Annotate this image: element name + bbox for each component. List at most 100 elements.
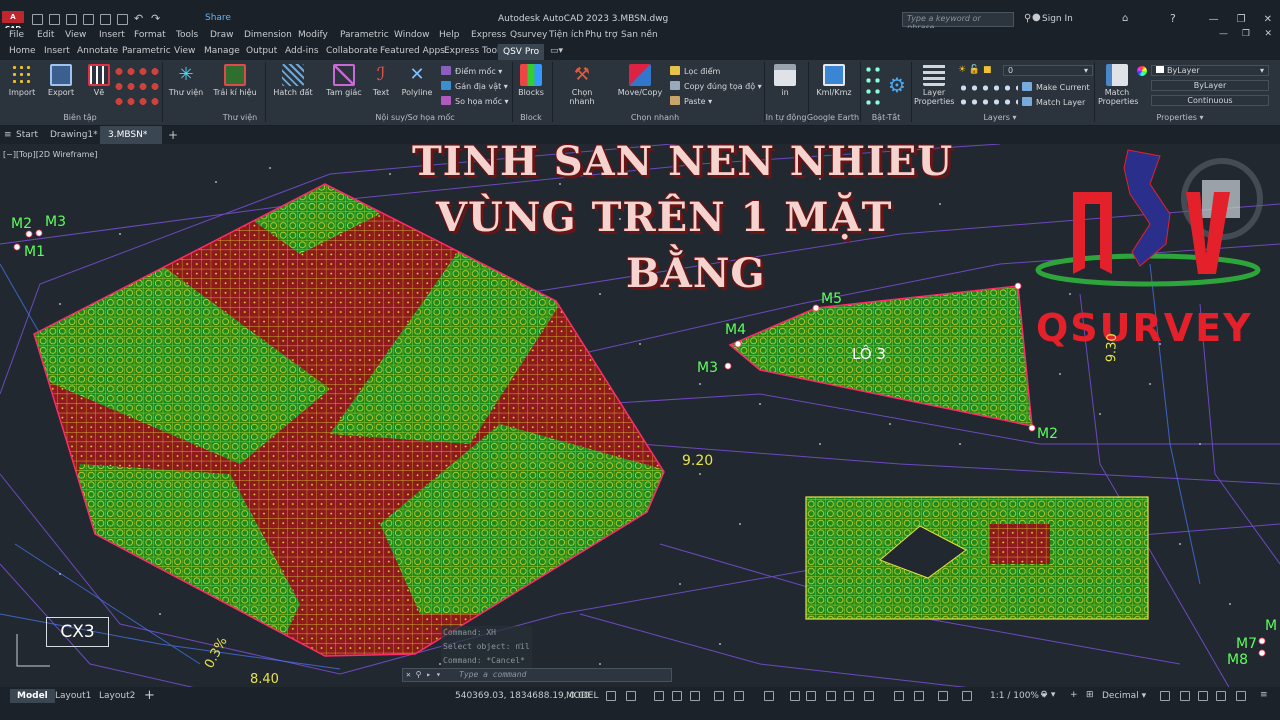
menu-san-nen[interactable]: San nền [621, 30, 658, 40]
tab-manage[interactable]: Manage [204, 46, 240, 56]
isolate-objects-icon[interactable] [1198, 691, 1208, 701]
snap-icon[interactable] [626, 691, 636, 701]
graphics-performance-icon[interactable] [1216, 691, 1226, 701]
polyline-button[interactable]: ✕ Polyline [400, 64, 434, 97]
save-icon[interactable] [66, 13, 77, 25]
app-menu-button[interactable]: A CAD [2, 11, 24, 33]
tab-add-ins[interactable]: Add-ins [285, 46, 319, 56]
plot-icon[interactable] [117, 13, 128, 25]
tab-parametric[interactable]: Parametric [122, 46, 171, 56]
annotation-visibility-icon[interactable] [914, 691, 924, 701]
menu-file[interactable]: File [9, 30, 24, 40]
gizmo-icon[interactable] [894, 691, 904, 701]
isodraft-icon[interactable] [690, 691, 700, 701]
layout-tab-layout2[interactable]: Layout2 [92, 689, 142, 703]
menu-insert[interactable]: Insert [99, 30, 125, 40]
move-copy-button[interactable]: Move/Copy [617, 64, 663, 97]
cart-icon[interactable]: ⌂ [1122, 13, 1128, 24]
gan-dia-vat-button[interactable]: Gán địa vật ▾ [441, 81, 508, 91]
import-button[interactable]: Import [8, 64, 36, 97]
copy-dung-toa-do-button[interactable]: Copy đúng tọa độ ▾ [670, 81, 762, 91]
binoculars-icon[interactable]: ⚲ [1024, 13, 1031, 24]
menu-window[interactable]: Window [394, 30, 430, 40]
tab-output[interactable]: Output [246, 46, 277, 56]
layer-tools-icons[interactable] [958, 81, 1018, 109]
workspace-gear-icon[interactable]: ⚙ ▾ [1040, 690, 1055, 700]
menu-modify[interactable]: Modify [298, 30, 328, 40]
trai-ki-hieu-button[interactable]: Trải kí hiệu [213, 64, 257, 97]
annotation-monitor-icon[interactable]: + [1070, 690, 1078, 700]
tab-home[interactable]: Home [9, 46, 36, 56]
selection-filter-icon[interactable] [864, 691, 874, 701]
selection-cycling-icon[interactable] [806, 691, 816, 701]
hatch-dat-button[interactable]: Hatch đất [273, 64, 313, 97]
help-search-input[interactable]: Type a keyword or phrase [902, 12, 1014, 32]
toggle-icons[interactable] [864, 64, 882, 108]
tab-express-tools[interactable]: Express Tools [444, 46, 504, 56]
match-properties-button[interactable]: Match Properties [1098, 64, 1138, 106]
grid-icon[interactable] [606, 691, 616, 701]
transparency-icon[interactable] [790, 691, 800, 701]
menu-draw[interactable]: Draw [210, 30, 234, 40]
tab-collaborate[interactable]: Collaborate [326, 46, 378, 56]
diem-moc-button[interactable]: Điểm mốc ▾ [441, 66, 502, 76]
paste-button[interactable]: Paste ▾ [670, 96, 712, 106]
layout-tab-layout1[interactable]: Layout1 [48, 689, 98, 703]
so-hoa-moc-button[interactable]: So họa mốc ▾ [441, 96, 509, 106]
model-space-button[interactable]: MODEL [566, 691, 598, 701]
doc-tab-drawing1[interactable]: Drawing1* [42, 126, 106, 144]
tab-featured-apps[interactable]: Featured Apps [380, 46, 445, 56]
polar-icon[interactable] [672, 691, 682, 701]
units-dropdown[interactable]: Decimal ▾ [1102, 691, 1146, 701]
new-icon[interactable] [32, 13, 43, 25]
web-open-icon[interactable] [100, 13, 111, 25]
menu-edit[interactable]: Edit [37, 30, 54, 40]
print-button[interactable]: in [772, 64, 798, 97]
lock-ui-icon[interactable] [1180, 691, 1190, 701]
close-icon[interactable]: ✕ [1264, 14, 1272, 25]
menu-format[interactable]: Format [134, 30, 166, 40]
ve-button[interactable]: Vẽ [86, 64, 112, 97]
doc-tab-start[interactable]: Start [8, 126, 46, 144]
save-as-icon[interactable] [83, 13, 94, 25]
thu-vien-button[interactable]: ✳ Thư viện [168, 64, 204, 97]
share-button[interactable]: Share [205, 13, 231, 23]
make-current-button[interactable]: Make Current [1022, 82, 1090, 92]
text-button[interactable]: ℐ Text [368, 64, 394, 97]
tab-view[interactable]: View [174, 46, 195, 56]
lineweight-dropdown[interactable]: ByLayer [1151, 80, 1269, 91]
loc-diem-button[interactable]: Lọc điểm [670, 66, 720, 76]
osnap-icon[interactable] [714, 691, 724, 701]
blocks-button[interactable]: Blocks [516, 64, 546, 97]
menu-parametric[interactable]: Parametric [340, 30, 389, 40]
minimize-icon[interactable]: — [1209, 14, 1219, 25]
customization-icon[interactable]: ≡ [1260, 690, 1268, 700]
window-min-doc-icon[interactable]: — [1219, 29, 1228, 39]
ribbon-toggle-icon[interactable]: ▭▾ [550, 46, 563, 56]
annotation-scale-value[interactable]: 1:1 / 100% ▾ [990, 691, 1046, 701]
menu-express[interactable]: Express [471, 30, 506, 40]
layer-dropdown[interactable]: 0 ▾ [1003, 65, 1093, 76]
menu-dimension[interactable]: Dimension [244, 30, 292, 40]
undo-icon[interactable]: ↶ [134, 13, 145, 25]
settings-button[interactable]: ⚙ [886, 74, 908, 98]
redo-icon[interactable]: ↷ [151, 13, 162, 25]
ortho-icon[interactable] [654, 691, 664, 701]
autoscale-icon[interactable] [938, 691, 948, 701]
tab-annotate[interactable]: Annotate [77, 46, 118, 56]
tam-giac-button[interactable]: Tam giác [326, 64, 362, 97]
window-restore-doc-icon[interactable]: ❐ [1242, 29, 1250, 39]
menu-phu-tro[interactable]: Phụ trợ [585, 30, 617, 40]
quick-properties-icon[interactable] [1160, 691, 1170, 701]
tab-qsv-pro[interactable]: QSV Pro [498, 44, 545, 60]
open-icon[interactable] [49, 13, 60, 25]
otrack-icon[interactable] [734, 691, 744, 701]
new-tab-icon[interactable]: + [168, 126, 178, 144]
doc-tab-3mbsn[interactable]: 3.MBSN* ✕ [100, 126, 162, 158]
clean-screen-icon[interactable] [1236, 691, 1246, 701]
linetype-dropdown[interactable]: Continuous [1151, 95, 1269, 106]
dynamic-ucs-icon[interactable] [844, 691, 854, 701]
tab-insert[interactable]: Insert [44, 46, 70, 56]
sign-in-button[interactable]: Sign In [1042, 14, 1073, 24]
kml-kmz-button[interactable]: Kml/Kmz [814, 64, 854, 97]
